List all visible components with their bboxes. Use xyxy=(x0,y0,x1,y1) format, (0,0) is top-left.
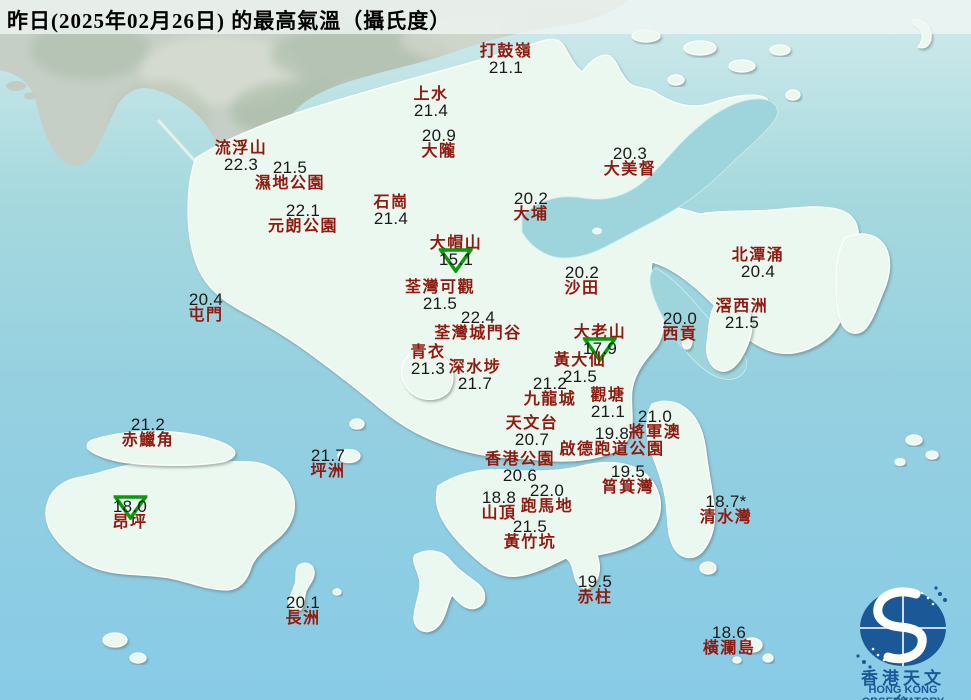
weather-map-screen: 昨日(2025年02月26日) 的最高氣溫（攝氏度） 打鼓嶺 21.1 上水 21.4… xyxy=(0,0,971,700)
station-name: 赤鱲角 xyxy=(121,432,175,449)
station-label: 觀塘 21.1 xyxy=(590,388,626,421)
station-value: 21.1 xyxy=(488,58,524,77)
station-value: 19.5 xyxy=(610,462,646,481)
station-label: 大帽山 15.1 xyxy=(430,236,483,273)
station-value: 15.1 xyxy=(438,250,474,269)
station-name: 啟德跑道公園 xyxy=(559,441,665,458)
station-name: 荃灣城門谷 xyxy=(434,325,522,342)
station-value: 21.5 xyxy=(512,517,548,536)
station-label: 香港公園 20.6 xyxy=(485,452,555,485)
station-value: 20.7 xyxy=(514,430,550,449)
station-name: 元朗公園 xyxy=(267,218,339,235)
station-label: 21.7 坪洲 xyxy=(310,446,346,480)
station-value: 18.8 xyxy=(481,488,517,507)
station-value: 22.1 xyxy=(285,201,321,220)
station-label: 18.0 昂坪 xyxy=(112,495,148,531)
station-value: 21.7 xyxy=(310,446,346,465)
station-label: 打鼓嶺 21.1 xyxy=(480,44,533,77)
station-value: 21.5 xyxy=(272,158,308,177)
station-value: 21.1 xyxy=(590,402,626,421)
station-value: 20.9 xyxy=(421,126,457,145)
station-value: 18.0 xyxy=(112,497,148,516)
station-name: 西貢 xyxy=(662,326,698,343)
station-name: 清水灣 xyxy=(699,509,753,526)
station-value: 22.0 xyxy=(529,481,565,500)
hko-logo xyxy=(856,586,947,669)
station-label: 19.5 筲箕灣 xyxy=(601,462,655,496)
station-value: 19.8 xyxy=(594,424,630,443)
station-value: 20.4 xyxy=(188,290,224,309)
station-name: 筲箕灣 xyxy=(601,479,655,496)
station-label: 滘西洲 21.5 xyxy=(716,299,769,332)
station-label: 19.8 啟德跑道公園 xyxy=(559,424,665,458)
station-value: 20.2 xyxy=(513,189,549,208)
station-label: 20.3 大美督 xyxy=(603,144,657,178)
station-label: 20.4 屯門 xyxy=(188,290,224,324)
station-name: 坪洲 xyxy=(310,463,346,480)
station-label: 21.5 黃竹坑 xyxy=(503,517,557,551)
station-label: 18.6 橫瀾島 xyxy=(702,623,756,657)
station-label: 20.2 大埔 xyxy=(513,189,549,223)
stations-layer: 打鼓嶺 21.1 上水 21.4 20.9 大隴 流浮山 22.3 20.3 大美督 21.5 濕地公… xyxy=(0,0,971,700)
station-value: 20.1 xyxy=(285,593,321,612)
station-value: 21.0 xyxy=(637,407,673,426)
station-label: 20.9 大隴 xyxy=(421,126,457,160)
station-name: 濕地公園 xyxy=(254,175,326,192)
station-value: 20.2 xyxy=(564,263,600,282)
station-name: 跑馬地 xyxy=(520,498,574,515)
station-label: 20.0 西貢 xyxy=(662,309,698,343)
station-label: 21.2 赤鱲角 xyxy=(121,415,175,449)
station-name: 屯門 xyxy=(188,307,224,324)
station-value: 20.3 xyxy=(612,144,648,163)
station-label: 20.2 沙田 xyxy=(564,263,600,297)
station-name: 赤柱 xyxy=(577,589,613,606)
station-label: 石崗 21.4 xyxy=(373,195,409,228)
station-value: 20.0 xyxy=(662,309,698,328)
station-label: 北潭涌 20.4 xyxy=(732,248,785,281)
station-name: 大埔 xyxy=(513,206,549,223)
station-name: 九龍城 xyxy=(523,391,577,408)
station-value: 21.7 xyxy=(457,374,493,393)
station-name: 大美督 xyxy=(603,161,657,178)
station-label: 18.8 山頂 xyxy=(481,488,517,522)
station-label: 20.1 長洲 xyxy=(285,593,321,627)
station-label: 深水埗 21.7 xyxy=(449,360,502,393)
station-value: 18.6 xyxy=(711,623,747,642)
station-value: 18.7* xyxy=(705,492,747,511)
logo-english-name: HONG KONG OBSERVATORY xyxy=(862,684,945,700)
station-name: 黃竹坑 xyxy=(503,534,557,551)
station-value: 22.4 xyxy=(460,308,496,327)
station-value: 20.4 xyxy=(740,262,776,281)
station-value: 21.4 xyxy=(373,209,409,228)
station-label: 青衣 21.3 xyxy=(410,345,446,378)
station-value: 21.2 xyxy=(130,415,166,434)
station-value: 21.5 xyxy=(724,313,760,332)
station-label: 22.4 荃灣城門谷 xyxy=(434,308,522,342)
station-label: 21.5 濕地公園 xyxy=(254,158,326,192)
station-value: 21.2 xyxy=(532,374,568,393)
station-value: 21.3 xyxy=(410,359,446,378)
station-label: 22.0 跑馬地 xyxy=(520,481,574,515)
station-label: 天文台 20.7 xyxy=(506,416,559,449)
station-value: 22.3 xyxy=(223,155,259,174)
station-label: 22.1 元朗公園 xyxy=(267,201,339,235)
station-name: 沙田 xyxy=(564,280,600,297)
station-value: 21.4 xyxy=(413,101,449,120)
station-label: 19.5 赤柱 xyxy=(577,572,613,606)
station-name: 大隴 xyxy=(421,143,457,160)
station-label: 21.2 九龍城 xyxy=(523,374,577,408)
station-value: 19.5 xyxy=(577,572,613,591)
station-name: 橫瀾島 xyxy=(702,640,756,657)
station-label: 18.7* 清水灣 xyxy=(699,492,753,526)
station-label: 上水 21.4 xyxy=(413,87,449,120)
station-name: 長洲 xyxy=(285,610,321,627)
